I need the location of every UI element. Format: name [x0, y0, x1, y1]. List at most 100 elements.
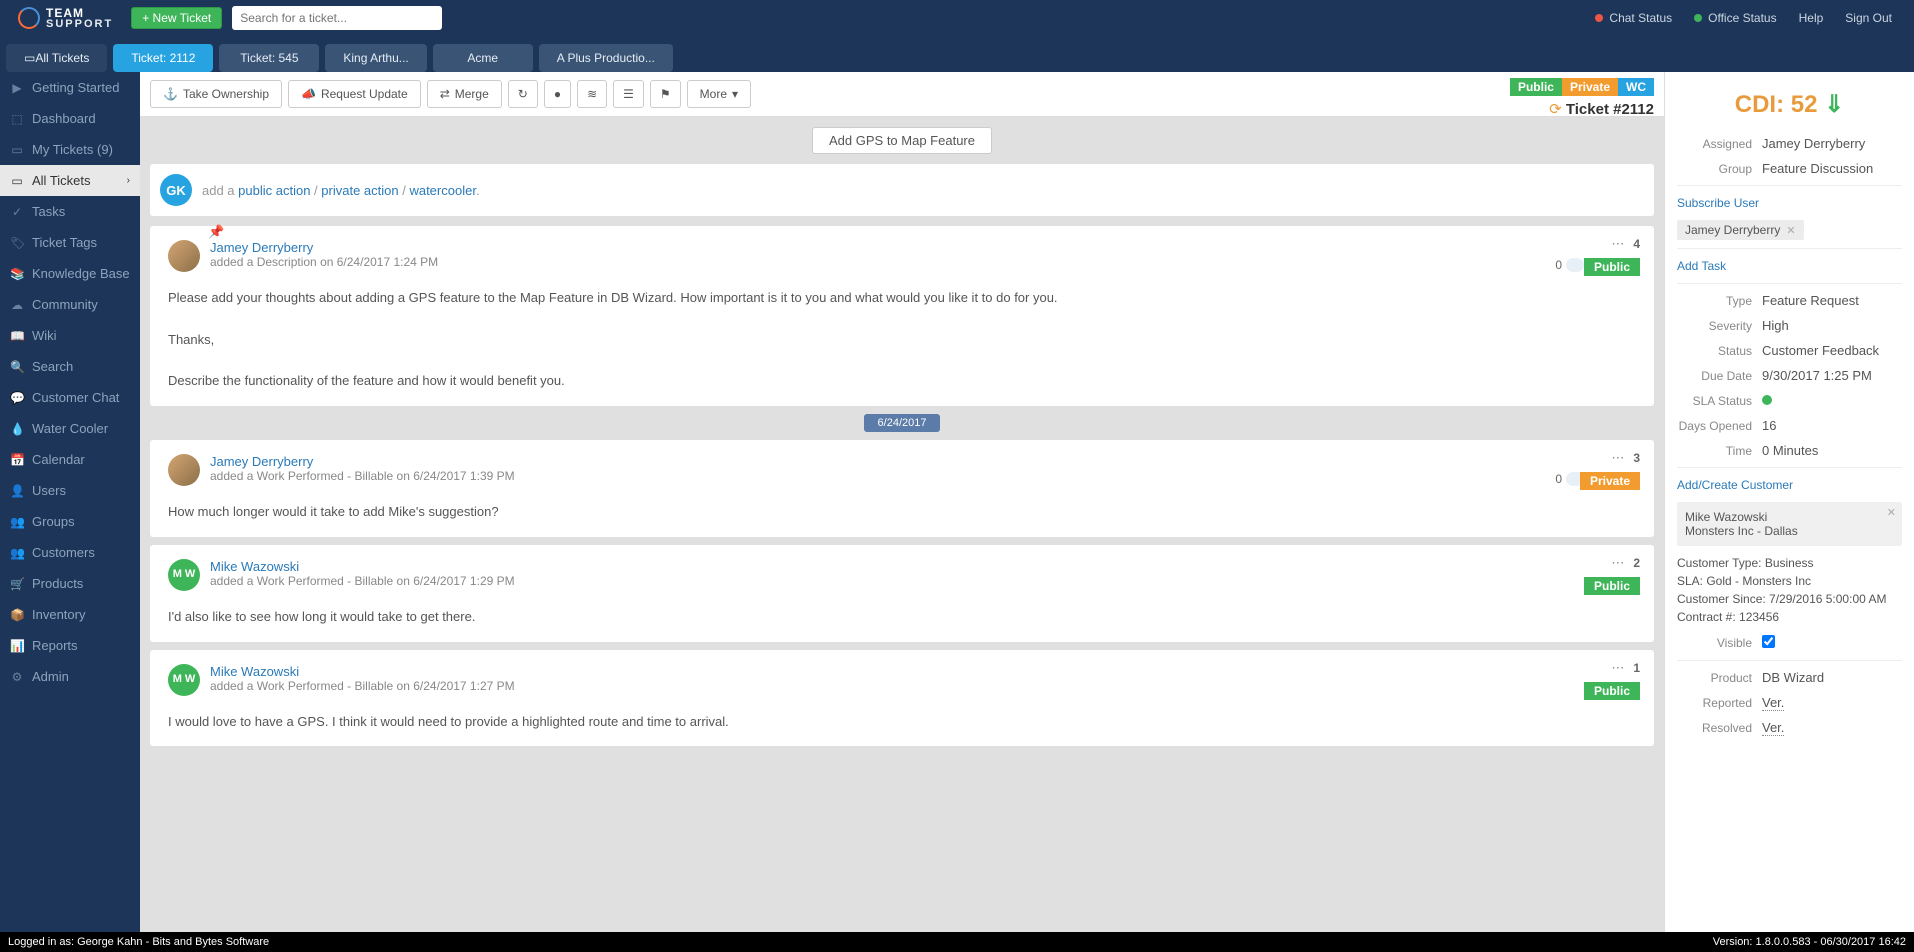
sidebar-label: Inventory: [32, 607, 85, 622]
sidebar-item-customer-chat[interactable]: 💬Customer Chat: [0, 382, 140, 413]
more-button[interactable]: More ▾: [687, 80, 751, 108]
sidebar-icon: 📦: [10, 608, 24, 622]
bullhorn-icon: 📣: [301, 87, 316, 101]
reported-ver-value[interactable]: Ver.: [1762, 695, 1784, 711]
sidebar-item-search[interactable]: 🔍Search: [0, 351, 140, 382]
group-value[interactable]: Feature Discussion: [1762, 161, 1873, 176]
post-menu-icon[interactable]: ⋯: [1611, 236, 1625, 252]
record-button[interactable]: ●: [544, 80, 571, 108]
customer-card[interactable]: ✕ Mike Wazowski Monsters Inc - Dallas: [1677, 502, 1902, 546]
sidebar-item-calendar[interactable]: 📅Calendar: [0, 444, 140, 475]
sidebar-item-knowledge-base[interactable]: 📚Knowledge Base: [0, 258, 140, 289]
tab-3[interactable]: King Arthu...: [325, 44, 426, 72]
rss-icon: ≋: [587, 87, 597, 101]
take-ownership-button[interactable]: ⚓Take Ownership: [150, 80, 282, 108]
refresh-button[interactable]: ↻: [508, 80, 538, 108]
visible-checkbox[interactable]: [1762, 635, 1775, 648]
tab-2[interactable]: Ticket: 545: [219, 44, 319, 72]
days-opened-label: Days Opened: [1677, 419, 1762, 433]
sidebar-item-tasks[interactable]: ✓Tasks: [0, 196, 140, 227]
sidebar-item-all-tickets[interactable]: ▭All Tickets›: [0, 165, 140, 196]
tab-0[interactable]: ▭ All Tickets: [6, 44, 107, 72]
sidebar-item-water-cooler[interactable]: 💧Water Cooler: [0, 413, 140, 444]
sidebar-label: Community: [32, 297, 98, 312]
remove-subscriber-icon[interactable]: ✕: [1786, 224, 1795, 237]
logo-icon: [18, 7, 40, 29]
flag-button[interactable]: ⚑: [650, 80, 681, 108]
sidebar-item-products[interactable]: 🛒Products: [0, 568, 140, 599]
post-body: How much longer would it take to add Mik…: [168, 502, 1636, 523]
visibility-badge: Private: [1580, 472, 1640, 490]
post-author[interactable]: Mike Wazowski: [210, 559, 515, 574]
sidebar-item-reports[interactable]: 📊Reports: [0, 630, 140, 661]
tab-1[interactable]: Ticket: 2112: [113, 44, 213, 72]
due-date-value[interactable]: 9/30/2017 1:25 PM: [1762, 368, 1872, 383]
sidebar-item-dashboard[interactable]: ⬚Dashboard: [0, 103, 140, 134]
sidebar-item-admin[interactable]: ⚙Admin: [0, 661, 140, 692]
add-customer-link[interactable]: Add/Create Customer: [1677, 472, 1902, 498]
remove-customer-icon[interactable]: ✕: [1887, 506, 1896, 519]
pin-icon[interactable]: 📌: [208, 224, 224, 240]
type-value[interactable]: Feature Request: [1762, 293, 1859, 308]
tickets-icon: ▭: [24, 51, 35, 65]
vote-icon[interactable]: [1566, 258, 1584, 272]
sidebar-item-inventory[interactable]: 📦 Inventory: [0, 599, 140, 630]
search-input[interactable]: [232, 6, 442, 30]
private-action-link[interactable]: private action: [321, 183, 398, 198]
subscribe-user-link[interactable]: Subscribe User: [1677, 190, 1902, 216]
help-link[interactable]: Help: [1799, 11, 1824, 25]
post-author[interactable]: Jamey Derryberry: [210, 454, 515, 469]
sidebar-item-groups[interactable]: 👥Groups: [0, 506, 140, 537]
sidebar-item-my-tickets-[interactable]: ▭My Tickets (9): [0, 134, 140, 165]
sidebar-icon: ▭: [10, 174, 24, 188]
request-update-button[interactable]: 📣Request Update: [288, 80, 421, 108]
severity-value[interactable]: High: [1762, 318, 1789, 333]
office-status[interactable]: Office Status: [1694, 11, 1776, 25]
public-badge[interactable]: Public: [1510, 78, 1562, 96]
flag-icon: ⚑: [660, 87, 671, 101]
sidebar-label: Customers: [32, 545, 95, 560]
post-body: I would love to have a GPS. I think it w…: [168, 712, 1636, 733]
tab-5[interactable]: A Plus Productio...: [539, 44, 673, 72]
watercooler-link[interactable]: watercooler: [409, 183, 475, 198]
sidebar-item-ticket-tags[interactable]: 🏷Ticket Tags: [0, 227, 140, 258]
sidebar-item-getting-started[interactable]: ▶Getting Started: [0, 72, 140, 103]
post-author[interactable]: Jamey Derryberry: [210, 240, 438, 255]
sidebar-label: Search: [32, 359, 73, 374]
post-author[interactable]: Mike Wazowski: [210, 664, 515, 679]
sidebar-icon: 🏷: [10, 236, 24, 250]
status-value[interactable]: Customer Feedback: [1762, 343, 1879, 358]
wc-badge[interactable]: WC: [1618, 78, 1654, 96]
rss-button[interactable]: ≋: [577, 80, 607, 108]
new-ticket-button[interactable]: + New Ticket: [131, 7, 222, 29]
compose-box[interactable]: GK add a public action / private action …: [150, 164, 1654, 216]
ticket-title[interactable]: Add GPS to Map Feature: [812, 127, 992, 154]
post-menu-icon[interactable]: ⋯: [1611, 450, 1625, 466]
subscriber-chip: Jamey Derryberry✕: [1677, 220, 1804, 240]
merge-button[interactable]: ⇄Merge: [427, 80, 502, 108]
chat-status[interactable]: Chat Status: [1595, 11, 1672, 25]
list-button[interactable]: ☰: [613, 80, 644, 108]
sidebar-item-community[interactable]: ☁Community: [0, 289, 140, 320]
tab-4[interactable]: Acme: [433, 44, 533, 72]
sidebar-icon: 💬: [10, 391, 24, 405]
sign-out-link[interactable]: Sign Out: [1845, 11, 1892, 25]
logo[interactable]: TEAM SUPPORT: [8, 7, 123, 30]
customer-sla: SLA: Gold - Monsters Inc: [1677, 572, 1902, 590]
public-action-link[interactable]: public action: [238, 183, 310, 198]
sidebar-item-wiki[interactable]: 📖Wiki: [0, 320, 140, 351]
post-body: Please add your thoughts about adding a …: [168, 288, 1636, 392]
sidebar-item-users[interactable]: 👤Users: [0, 475, 140, 506]
customer-since: Customer Since: 7/29/2016 5:00:00 AM: [1677, 590, 1902, 608]
post-menu-icon[interactable]: ⋯: [1611, 660, 1625, 676]
sidebar-item-customers[interactable]: 👥Customers: [0, 537, 140, 568]
assigned-value[interactable]: Jamey Derryberry: [1762, 136, 1865, 151]
author-avatar: [168, 240, 200, 272]
add-task-link[interactable]: Add Task: [1677, 253, 1902, 279]
sidebar-icon: ▭: [10, 143, 24, 157]
private-badge[interactable]: Private: [1562, 78, 1618, 96]
chat-status-dot-icon: [1595, 14, 1603, 22]
post-menu-icon[interactable]: ⋯: [1611, 555, 1625, 571]
product-value[interactable]: DB Wizard: [1762, 670, 1824, 685]
resolved-ver-value[interactable]: Ver.: [1762, 720, 1784, 736]
